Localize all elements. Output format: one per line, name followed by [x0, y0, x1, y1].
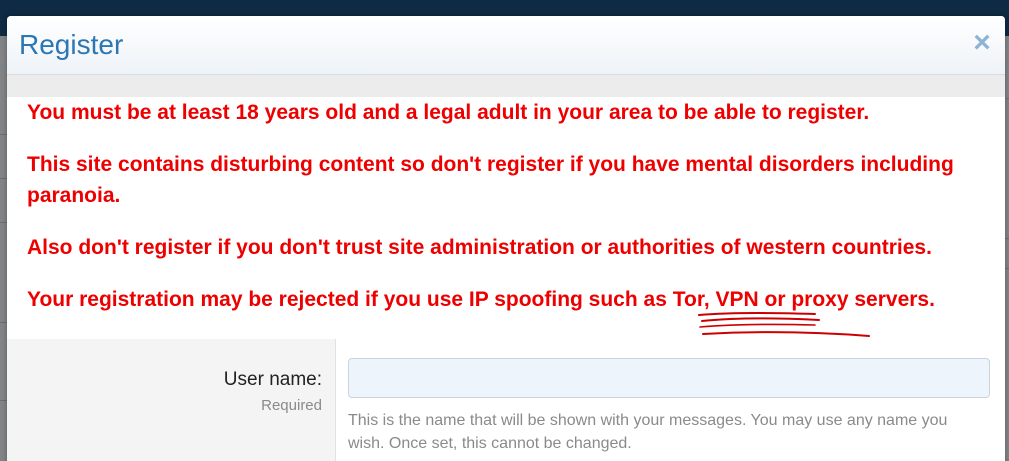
notice-disturbing-content: This site contains disturbing content so…	[27, 153, 954, 207]
notice-trust-warning: Also don't register if you don't trust s…	[27, 236, 932, 259]
username-required-hint: Required	[261, 397, 322, 414]
header-separator	[7, 75, 1005, 97]
background-divider	[1005, 238, 1009, 239]
close-icon[interactable]: ×	[969, 26, 995, 60]
background-divider	[1005, 98, 1009, 99]
registration-notice: You must be at least 18 years old and a …	[7, 97, 1005, 339]
dialog-title: Register	[19, 29, 124, 60]
notice-age-requirement: You must be at least 18 years old and a …	[27, 101, 870, 124]
form-label-column: User name: Required	[7, 339, 336, 461]
form-row-username: User name: Required This is the name tha…	[7, 339, 1005, 461]
username-label: User name:	[223, 369, 322, 390]
username-explain: This is the name that will be shown with…	[348, 412, 948, 452]
username-input[interactable]	[348, 358, 990, 398]
background-divider	[1005, 268, 1009, 269]
register-dialog: Register × You must be at least 18 years…	[7, 16, 1005, 461]
handwritten-underline-annotation	[698, 312, 870, 337]
dialog-header: Register ×	[7, 16, 1005, 75]
